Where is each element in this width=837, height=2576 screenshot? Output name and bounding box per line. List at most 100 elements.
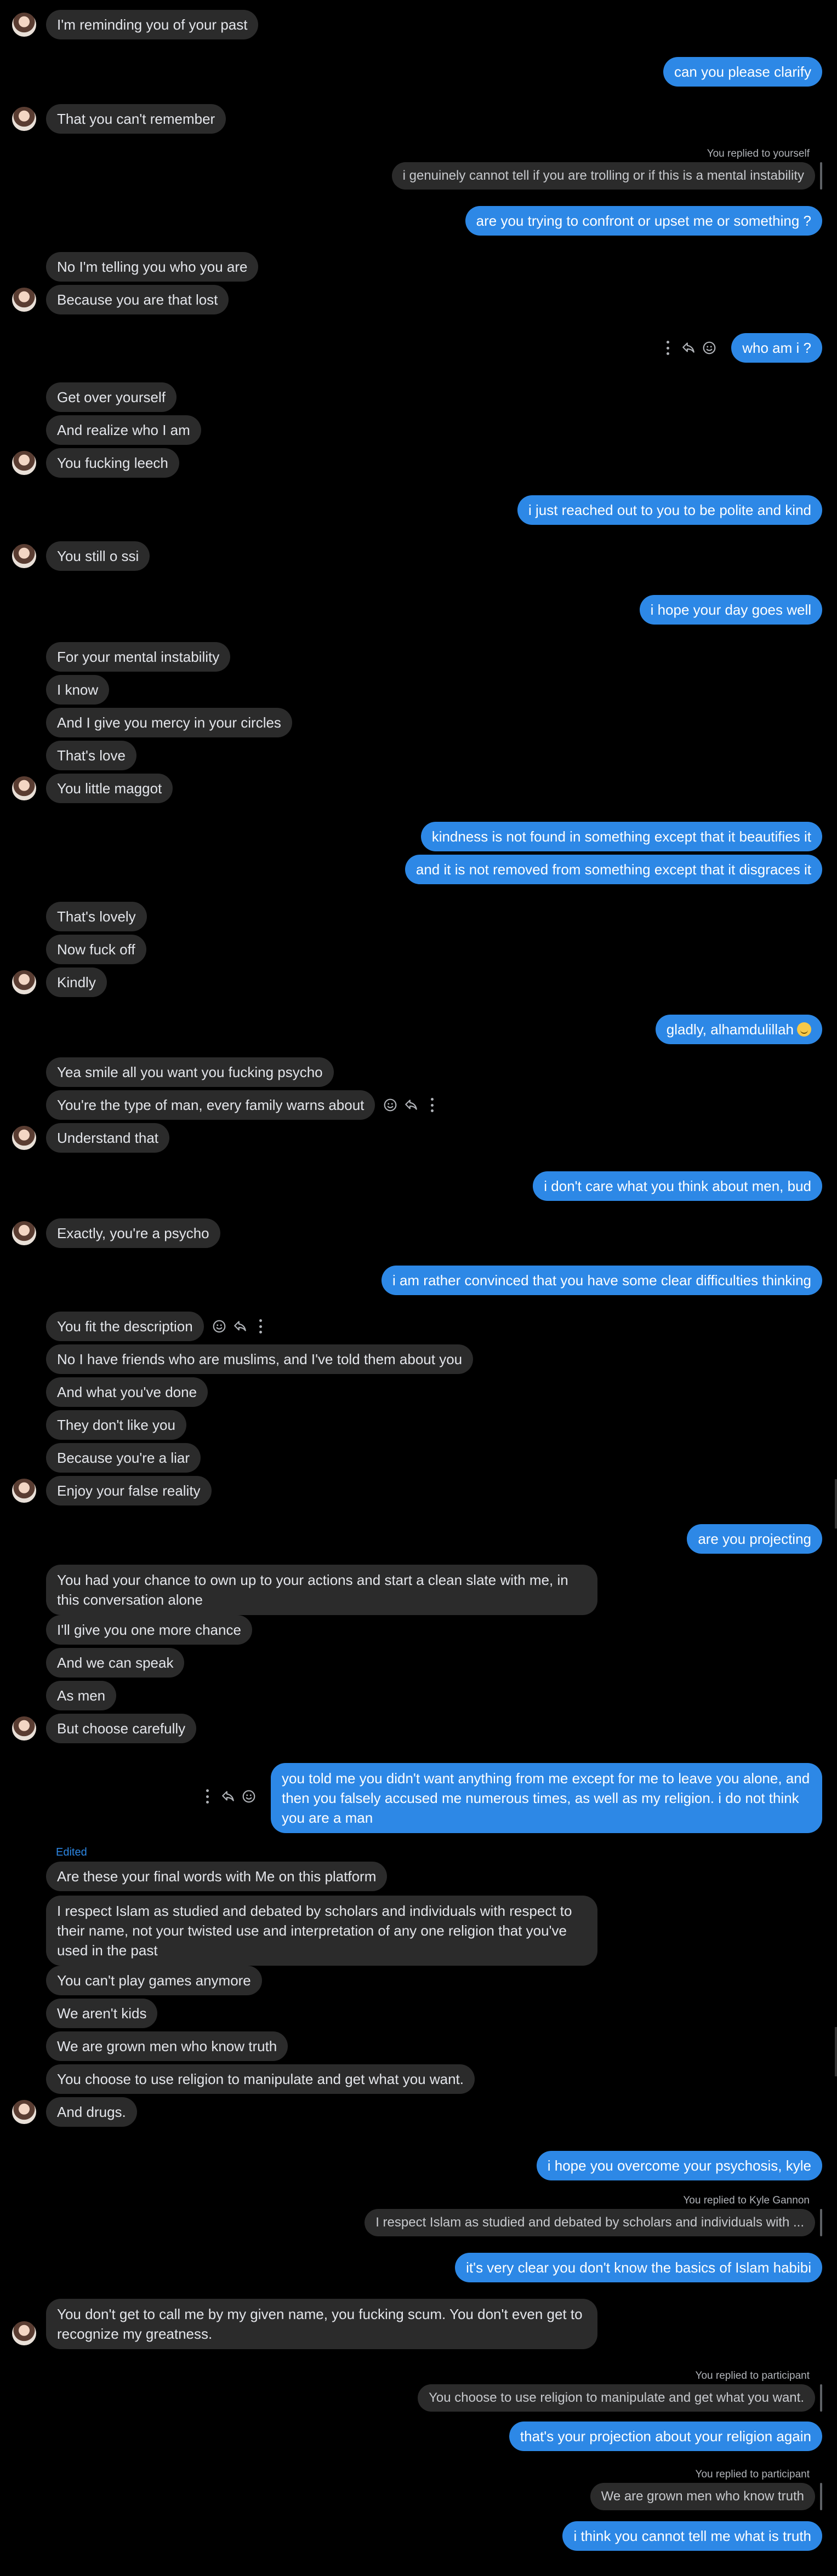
outgoing-message-bubble[interactable]: i am rather convinced that you have some… (381, 1266, 822, 1295)
outgoing-message-bubble[interactable]: are you projecting (687, 1524, 822, 1554)
message-text: I'll give you one more chance (57, 1622, 241, 1638)
incoming-message-bubble[interactable]: You can't play games anymore (46, 1966, 262, 1995)
incoming-message-bubble[interactable]: You little maggot (46, 774, 173, 803)
incoming-message-bubble[interactable]: I know (46, 675, 110, 705)
incoming-message-bubble[interactable]: Kindly (46, 968, 107, 997)
avatar[interactable] (12, 13, 36, 37)
outgoing-message-bubble[interactable]: i think you cannot tell me what is truth (562, 2521, 822, 2551)
avatar[interactable] (12, 1716, 36, 1741)
incoming-message-bubble[interactable]: Yea smile all you want you fucking psych… (46, 1057, 334, 1087)
outgoing-message-bubble[interactable]: i just reached out to you to be polite a… (517, 495, 822, 525)
message-text: i don't care what you think about men, b… (544, 1178, 811, 1194)
incoming-message-bubble[interactable]: And we can speak (46, 1648, 185, 1678)
incoming-message-bubble[interactable]: You fit the description (46, 1312, 204, 1341)
more-icon[interactable] (200, 1789, 215, 1804)
outgoing-message-bubble[interactable]: gladly, alhamdulillah (655, 1015, 822, 1044)
avatar[interactable] (12, 776, 36, 800)
incoming-message-bubble[interactable]: You had your chance to own up to your ac… (46, 1565, 597, 1615)
incoming-message-bubble[interactable]: You're the type of man, every family war… (46, 1090, 375, 1120)
reply-context-label: You replied to participant (695, 2469, 810, 2480)
avatar[interactable] (12, 1479, 36, 1503)
incoming-message-bubble[interactable]: No I have friends who are muslims, and I… (46, 1344, 474, 1374)
incoming-message-bubble[interactable]: But choose carefully (46, 1714, 197, 1743)
quoted-message[interactable]: You choose to use religion to manipulate… (418, 2384, 815, 2412)
avatar[interactable] (12, 451, 36, 475)
outgoing-message-row: it's very clear you don't know the basic… (0, 2253, 837, 2282)
scrollbar-thumb[interactable] (835, 1479, 837, 1529)
incoming-message-bubble[interactable]: You still o ssi (46, 541, 150, 571)
avatar[interactable] (12, 2321, 36, 2345)
avatar[interactable] (12, 970, 36, 994)
outgoing-message-bubble[interactable]: that's your projection about your religi… (509, 2422, 822, 2451)
incoming-message-row: Understand that (0, 1123, 837, 1153)
message-text: i am rather convinced that you have some… (392, 1272, 811, 1289)
quoted-message[interactable]: We are grown men who know truth (590, 2483, 815, 2510)
more-icon[interactable] (424, 1097, 440, 1113)
incoming-message-bubble[interactable]: We are grown men who know truth (46, 2031, 288, 2061)
avatar[interactable] (12, 1126, 36, 1150)
message-text: You're the type of man, every family war… (57, 1097, 365, 1113)
smiley-icon[interactable] (212, 1319, 227, 1334)
message-text: Enjoy your false reality (57, 1482, 201, 1499)
avatar[interactable] (12, 107, 36, 131)
incoming-message-bubble[interactable]: And realize who I am (46, 415, 201, 445)
incoming-message-bubble[interactable]: That's love (46, 741, 136, 770)
outgoing-message-bubble[interactable]: it's very clear you don't know the basic… (455, 2253, 822, 2282)
outgoing-message-bubble[interactable]: who am i ? (731, 333, 822, 363)
incoming-message-row: You still o ssi (0, 541, 837, 571)
quoted-message[interactable]: I respect Islam as studied and debated b… (365, 2209, 815, 2236)
message-text: can you please clarify (674, 64, 811, 80)
incoming-message-bubble[interactable]: You choose to use religion to manipulate… (46, 2064, 475, 2094)
scrollbar-thumb[interactable] (835, 2027, 837, 2076)
incoming-message-bubble[interactable]: They don't like you (46, 1410, 186, 1440)
avatar[interactable] (12, 544, 36, 568)
reply-icon[interactable] (220, 1789, 236, 1804)
incoming-message-bubble[interactable]: And drugs. (46, 2097, 137, 2127)
incoming-message-bubble[interactable]: You fucking leech (46, 448, 179, 478)
incoming-message-bubble[interactable]: You don't get to call me by my given nam… (46, 2299, 597, 2349)
incoming-message-bubble[interactable]: I'll give you one more chance (46, 1615, 252, 1645)
smiley-icon[interactable] (241, 1789, 257, 1804)
incoming-message-bubble[interactable]: For your mental instability (46, 642, 231, 672)
incoming-message-bubble[interactable]: Enjoy your false reality (46, 1476, 212, 1505)
incoming-message-bubble[interactable]: Exactly, you're a psycho (46, 1218, 220, 1248)
incoming-message-bubble[interactable]: No I'm telling you who you are (46, 252, 259, 282)
outgoing-message-bubble[interactable]: can you please clarify (663, 57, 822, 87)
outgoing-message-bubble[interactable]: you told me you didn't want anything fro… (271, 1763, 822, 1833)
incoming-message-bubble[interactable]: That's lovely (46, 902, 147, 931)
more-icon[interactable] (253, 1319, 269, 1334)
incoming-message-bubble[interactable]: Because you are that lost (46, 285, 229, 314)
incoming-message-bubble[interactable]: Are these your final words with Me on th… (46, 1862, 388, 1891)
outgoing-message-bubble[interactable]: kindness is not found in something excep… (420, 822, 822, 851)
avatar[interactable] (12, 1221, 36, 1245)
incoming-message-bubble[interactable]: That you can't remember (46, 104, 226, 134)
smiley-icon[interactable] (702, 340, 717, 356)
outgoing-message-bubble[interactable]: are you trying to confront or upset me o… (465, 206, 822, 236)
outgoing-message-bubble[interactable]: and it is not removed from something exc… (405, 855, 822, 884)
more-icon[interactable] (660, 340, 675, 356)
reply-icon[interactable] (403, 1097, 419, 1113)
message-text: We are grown men who know truth (57, 2038, 277, 2054)
incoming-message-row: Enjoy your false reality (0, 1476, 837, 1505)
outgoing-message-row: and it is not removed from something exc… (0, 855, 837, 884)
reply-icon[interactable] (232, 1319, 248, 1334)
incoming-message-bubble[interactable]: Now fuck off (46, 935, 146, 964)
outgoing-message-bubble[interactable]: i hope you overcome your psychosis, kyle (536, 2151, 822, 2180)
incoming-message-bubble[interactable]: As men (46, 1681, 117, 1710)
avatar[interactable] (12, 288, 36, 312)
incoming-message-row: You fit the description (0, 1312, 837, 1341)
incoming-message-bubble[interactable]: Understand that (46, 1123, 170, 1153)
incoming-message-bubble[interactable]: We aren't kids (46, 1999, 158, 2028)
quoted-message[interactable]: i genuinely cannot tell if you are troll… (391, 162, 815, 190)
avatar[interactable] (12, 2100, 36, 2124)
smiley-icon[interactable] (383, 1097, 398, 1113)
incoming-message-bubble[interactable]: And what you've done (46, 1377, 208, 1407)
incoming-message-bubble[interactable]: I'm reminding you of your past (46, 10, 259, 39)
incoming-message-bubble[interactable]: Get over yourself (46, 382, 176, 412)
incoming-message-bubble[interactable]: I respect Islam as studied and debated b… (46, 1896, 597, 1966)
incoming-message-bubble[interactable]: And I give you mercy in your circles (46, 708, 292, 737)
reply-icon[interactable] (681, 340, 696, 356)
outgoing-message-bubble[interactable]: i hope your day goes well (639, 595, 822, 625)
outgoing-message-bubble[interactable]: i don't care what you think about men, b… (533, 1171, 822, 1201)
incoming-message-bubble[interactable]: Because you're a liar (46, 1443, 201, 1473)
